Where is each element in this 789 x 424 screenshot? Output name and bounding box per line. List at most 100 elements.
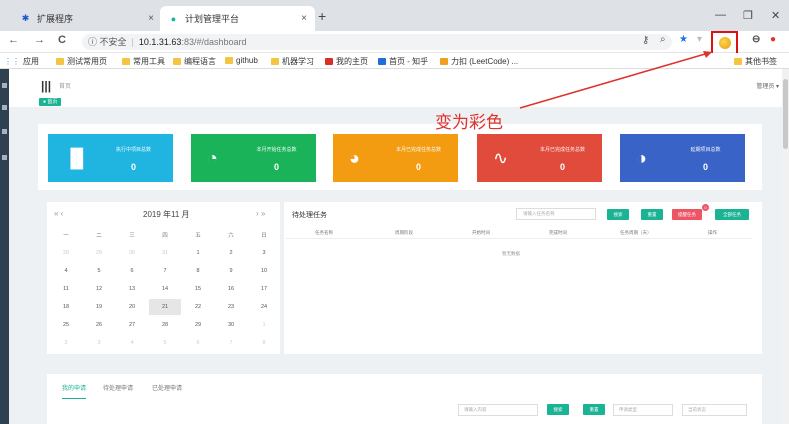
- tab-my-requests[interactable]: 我的申请: [62, 383, 87, 399]
- forward-button[interactable]: →: [34, 34, 45, 46]
- hamburger-icon[interactable]: |||: [41, 79, 51, 93]
- close-icon[interactable]: ×: [301, 13, 307, 24]
- calendar-day[interactable]: 15: [182, 281, 214, 297]
- account-icon[interactable]: ⊖: [752, 34, 760, 45]
- scroll-thumb[interactable]: [783, 79, 788, 149]
- calendar-day[interactable]: 31: [149, 245, 181, 261]
- star-icon[interactable]: ★: [679, 34, 688, 45]
- url-field[interactable]: ⓘ 不安全 | 10.1.31.63:83/#/dashboard: [82, 34, 672, 50]
- calendar-day[interactable]: 23: [215, 299, 247, 315]
- tab-plan-platform[interactable]: ● 计划管理平台 ×: [160, 6, 315, 31]
- calendar-day[interactable]: 12: [83, 281, 115, 297]
- calendar-day[interactable]: 3: [83, 335, 115, 351]
- bookmark-other[interactable]: 其他书签: [734, 56, 777, 67]
- calendar-day[interactable]: 28: [50, 245, 82, 261]
- bookmark-item[interactable]: 首页 - 知乎: [378, 56, 428, 67]
- lock-icon[interactable]: [2, 155, 7, 160]
- calendar-day[interactable]: 28: [149, 317, 181, 333]
- calendar-day[interactable]: 7: [215, 335, 247, 351]
- bookmark-item[interactable]: github: [225, 56, 258, 65]
- reset-button[interactable]: 重置: [641, 209, 663, 220]
- breadcrumb[interactable]: 首页: [59, 81, 71, 90]
- calendar-day[interactable]: 13: [116, 281, 148, 297]
- maximize-button[interactable]: ❐: [743, 9, 753, 22]
- calendar-next-button[interactable]: › »: [256, 209, 265, 218]
- bookmark-item[interactable]: 常用工具: [122, 56, 165, 67]
- calendar-day[interactable]: 20: [116, 299, 148, 315]
- reload-button[interactable]: C: [58, 34, 66, 46]
- request-type-select[interactable]: 申请类型: [613, 404, 673, 416]
- calendar-day[interactable]: 1: [248, 317, 280, 333]
- calendar-day[interactable]: 21: [149, 299, 181, 315]
- calendar-day[interactable]: 26: [83, 317, 115, 333]
- calendar-day[interactable]: 8: [182, 263, 214, 279]
- calendar-day[interactable]: 22: [182, 299, 214, 315]
- calendar-day[interactable]: 29: [83, 245, 115, 261]
- home-icon[interactable]: [2, 83, 7, 88]
- remind-task-button[interactable]: 提醒任务: [672, 209, 702, 220]
- calendar-day[interactable]: 18: [50, 299, 82, 315]
- task-search-input[interactable]: 请输入任务名称: [516, 208, 596, 220]
- bookmark-item[interactable]: 我的主页: [325, 56, 368, 67]
- calendar-day[interactable]: 4: [116, 335, 148, 351]
- calendar-day[interactable]: 25: [50, 317, 82, 333]
- calendar-day[interactable]: 8: [248, 335, 280, 351]
- search-button[interactable]: 搜索: [607, 209, 629, 220]
- calendar-day[interactable]: 5: [83, 263, 115, 279]
- calendar-day[interactable]: 19: [83, 299, 115, 315]
- request-search-input[interactable]: 请输入内容: [458, 404, 538, 416]
- calendar-day[interactable]: 14: [149, 281, 181, 297]
- user-menu[interactable]: 管理员 ▾: [756, 81, 779, 90]
- stat-card[interactable]: ∿ 本月已完成任务总数 0: [477, 134, 602, 182]
- highlighted-extension-icon[interactable]: [711, 31, 738, 55]
- calendar-prev-button[interactable]: « ‹: [54, 209, 63, 218]
- request-search-button[interactable]: 搜索: [547, 404, 569, 415]
- calendar-day[interactable]: 29: [182, 317, 214, 333]
- calendar-day[interactable]: 6: [116, 263, 148, 279]
- calendar-day[interactable]: 1: [182, 245, 214, 261]
- key-icon[interactable]: ⚷: [642, 35, 649, 46]
- calendar-day[interactable]: 30: [215, 317, 247, 333]
- calendar-day[interactable]: 2: [215, 245, 247, 261]
- opera-icon[interactable]: ●: [770, 34, 776, 45]
- back-button[interactable]: ←: [8, 34, 19, 46]
- minimize-button[interactable]: —: [715, 9, 726, 21]
- bookmark-item[interactable]: 测试常用页: [56, 56, 107, 67]
- calendar-day[interactable]: 7: [149, 263, 181, 279]
- bookmark-item[interactable]: 机器学习: [271, 56, 314, 67]
- tab-extensions[interactable]: ✱ 扩展程序 ×: [12, 6, 162, 31]
- calendar-day[interactable]: 17: [248, 281, 280, 297]
- calendar-day[interactable]: 9: [215, 263, 247, 279]
- page-scrollbar[interactable]: [782, 69, 789, 424]
- request-reset-button[interactable]: 重置: [583, 404, 605, 415]
- page-tag[interactable]: ● 首页: [39, 98, 62, 106]
- stat-card[interactable]: ▐▌ 执行中项目总数 0: [48, 134, 173, 182]
- calendar-day[interactable]: 30: [116, 245, 148, 261]
- calendar-day[interactable]: 5: [149, 335, 181, 351]
- calendar-day[interactable]: 10: [248, 263, 280, 279]
- calendar-day[interactable]: 6: [182, 335, 214, 351]
- tab-processed-requests[interactable]: 已处理申请: [152, 383, 182, 392]
- extension-icon[interactable]: ▾: [697, 34, 702, 45]
- bookmark-apps[interactable]: ⋮⋮ 应用: [4, 56, 39, 67]
- request-status-select[interactable]: 当前状态: [682, 404, 747, 416]
- stat-card[interactable]: ◔ 本月开始任务总数 0: [191, 134, 316, 182]
- close-window-button[interactable]: ✕: [771, 9, 780, 22]
- calendar-day[interactable]: 2: [50, 335, 82, 351]
- calendar-day[interactable]: 11: [50, 281, 82, 297]
- menu-icon[interactable]: [2, 105, 7, 110]
- all-tasks-button[interactable]: 全部任务: [715, 209, 749, 220]
- tab-pending-requests[interactable]: 待处理申请: [103, 383, 133, 392]
- stat-card[interactable]: ◑ 延期项目总数 0: [620, 134, 745, 182]
- zoom-icon[interactable]: ⌕: [660, 34, 666, 45]
- bookmark-item[interactable]: 力扣 (LeetCode) ...: [440, 56, 518, 67]
- stat-card[interactable]: ◕ 本月已完成任务总数 0: [333, 134, 458, 182]
- calendar-day[interactable]: 27: [116, 317, 148, 333]
- calendar-day[interactable]: 3: [248, 245, 280, 261]
- new-tab-button[interactable]: +: [318, 8, 326, 24]
- calendar-day[interactable]: 16: [215, 281, 247, 297]
- bookmark-item[interactable]: 编程语言: [173, 56, 216, 67]
- chart-icon[interactable]: [2, 129, 7, 134]
- calendar-day[interactable]: 4: [50, 263, 82, 279]
- calendar-day[interactable]: 24: [248, 299, 280, 315]
